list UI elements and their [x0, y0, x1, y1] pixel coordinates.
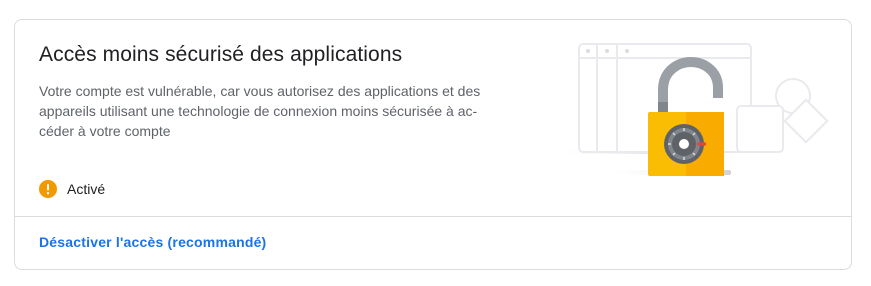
- card-title: Accès moins sécurisé des applications: [39, 43, 403, 66]
- status-label: Activé: [67, 181, 106, 197]
- card-description: Votre compte est vulnérable, car vous au…: [39, 83, 481, 139]
- warning-icon: [39, 180, 57, 198]
- access-status: Activé: [39, 179, 105, 199]
- open-padlock-illustration: [551, 43, 829, 176]
- card-body: Accès moins sécurisé des applications Vo…: [15, 20, 851, 217]
- disable-access-link[interactable]: Désactiver l'accès (recommandé): [39, 234, 266, 250]
- less-secure-apps-card: Accès moins sécurisé des applications Vo…: [14, 19, 852, 270]
